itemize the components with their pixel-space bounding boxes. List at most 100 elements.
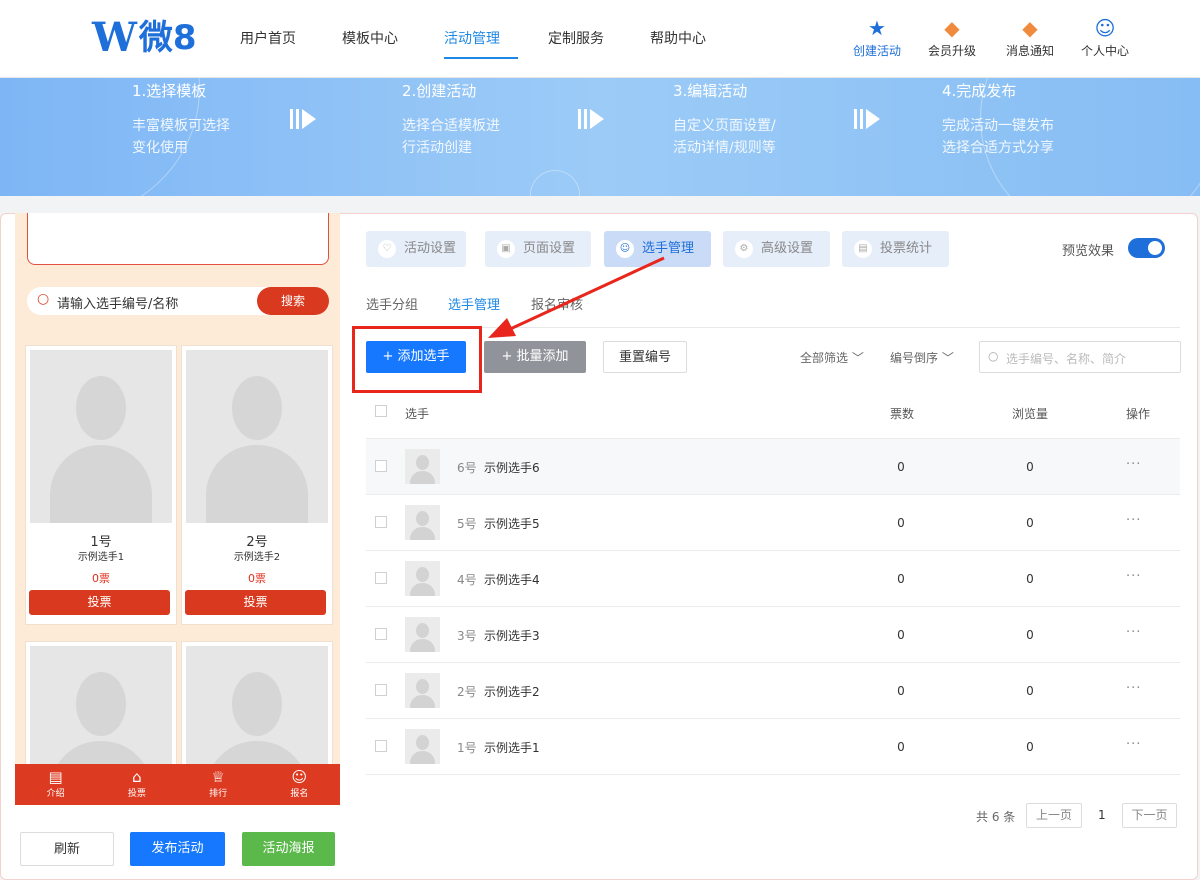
tab-label: 排行 [209,789,228,799]
chart-icon: ▤ [854,239,872,258]
player-name: 示例选手1 [484,741,540,755]
current-page[interactable]: 1 [1098,808,1106,822]
table-row[interactable]: 2号 示例选手2 0 0 ··· [366,663,1180,719]
step-4: 4.完成发布 完成活动一键发布 选择合适方式分享 [942,80,1054,159]
vote-button[interactable]: 投票 [185,590,326,615]
nav-templates[interactable]: 模板中心 [342,28,398,48]
row-checkbox[interactable] [375,572,387,584]
row-checkbox[interactable] [375,740,387,752]
step-title: 2.创建活动 [402,82,477,100]
tab-label: 页面设置 [523,241,576,256]
step-title: 3.编辑活动 [673,82,748,100]
more-actions-button[interactable]: ··· [1126,513,1141,528]
preview-tab-bar: ▤ 介绍 ⌂ 投票 ♕ 排行 ☺ 报名 [15,764,340,805]
tab-intro[interactable]: ▤ 介绍 [15,764,96,805]
step-arrow-icon [854,109,880,129]
player-votes: 0票 [248,572,266,585]
member-upgrade-button[interactable]: ◆ 会员升级 [917,16,987,59]
preview-top-box [27,213,329,265]
nav-home[interactable]: 用户首页 [240,28,296,48]
more-actions-button[interactable]: ··· [1126,737,1141,752]
more-actions-button[interactable]: ··· [1126,625,1141,640]
vote-button[interactable]: 投票 [29,590,170,615]
player-name: 示例选手2 [233,552,281,563]
tab-ranking[interactable]: ♕ 排行 [178,764,259,805]
step-arrow-icon [290,109,316,129]
create-activity-button[interactable]: ★ 创建活动 [842,16,912,59]
refresh-button[interactable]: 刷新 [20,832,114,866]
preview-search-input[interactable]: 请输入选手编号/名称 [57,293,178,312]
tab-signup[interactable]: ☺ 报名 [259,764,340,805]
nav-activity-manage[interactable]: 活动管理 [444,28,500,48]
batch-add-button[interactable]: + 批量添加 [484,341,586,373]
search-icon: ○ [37,291,50,307]
nav-help[interactable]: 帮助中心 [650,28,706,48]
table-row[interactable]: 6号 示例选手6 0 0 ··· [366,439,1180,495]
tab-vote-statistics[interactable]: ▤ 投票统计 [842,231,949,267]
preview-toggle[interactable] [1128,238,1165,258]
player-search-field[interactable]: ○ 选手编号、名称、简介 [979,341,1181,373]
chevron-down-icon: ﹀ [851,351,864,365]
sort-dropdown[interactable]: 编号倒序 ﹀ [890,349,954,366]
user-icon: ☺ [616,239,634,258]
tab-label: 高级设置 [761,241,814,256]
subtab-player-groups[interactable]: 选手分组 [366,294,418,313]
search-icon: ○ [988,349,999,363]
row-checkbox[interactable] [375,516,387,528]
table-row[interactable]: 4号 示例选手4 0 0 ··· [366,551,1180,607]
table-row[interactable]: 3号 示例选手3 0 0 ··· [366,607,1180,663]
row-checkbox[interactable] [375,684,387,696]
nav-custom-service[interactable]: 定制服务 [548,28,604,48]
select-all-checkbox[interactable] [375,405,387,417]
home-icon: ⌂ [132,768,142,786]
row-checkbox[interactable] [375,628,387,640]
tab-player-management[interactable]: ☺ 选手管理 [604,231,711,267]
activity-poster-button[interactable]: 活动海报 [242,832,335,866]
star-icon: ★ [868,16,886,40]
player-photo-placeholder [30,350,172,523]
table-row[interactable]: 5号 示例选手5 0 0 ··· [366,495,1180,551]
tab-activity-settings[interactable]: ♡ 活动设置 [366,231,466,267]
tab-label: 选手管理 [642,241,695,256]
filter-all-dropdown[interactable]: 全部筛选 ﹀ [800,349,864,366]
logo-text: 微8 [138,18,197,58]
player-name: 示例选手1 [77,552,125,563]
subtab-signup-review[interactable]: 报名审核 [531,294,583,313]
sort-label: 编号倒序 [890,351,939,365]
player-number: 1号 [457,741,477,755]
vote-count: 0 [897,740,905,754]
diamond-badge-icon: ◆ [944,16,960,40]
more-actions-button[interactable]: ··· [1126,569,1141,584]
prev-page-button[interactable]: 上一页 [1026,803,1082,828]
tab-label: 投票 [127,789,146,799]
logo-w-mark: W [92,14,137,61]
reset-numbers-button[interactable]: 重置编号 [603,341,687,373]
message-notify-button[interactable]: ◆ 消息通知 [995,16,1065,59]
next-page-button[interactable]: 下一页 [1122,803,1177,828]
tab-label: 投票统计 [880,241,933,256]
logo[interactable]: W 微8 [92,16,197,60]
publish-activity-button[interactable]: 发布活动 [130,832,225,866]
view-count: 0 [1026,460,1034,474]
view-count: 0 [1026,572,1034,586]
step-desc: 选择合适方式分享 [942,140,1054,156]
more-actions-button[interactable]: ··· [1126,681,1141,696]
tab-advanced-settings[interactable]: ⚙ 高级设置 [723,231,830,267]
tab-page-settings[interactable]: ▣ 页面设置 [485,231,591,267]
tab-vote[interactable]: ⌂ 投票 [96,764,177,805]
player-number: 2号 [457,685,477,699]
subtab-player-management[interactable]: 选手管理 [448,294,500,313]
player-name: 示例选手6 [484,461,540,475]
step-desc: 选择合适模板进 [402,118,500,134]
player-number: 6号 [457,461,477,475]
player-card: 2号 示例选手2 0票 投票 [181,345,333,625]
preview-search-button[interactable]: 搜索 [257,287,329,315]
step-desc: 活动详情/规则等 [673,140,776,156]
step-title: 4.完成发布 [942,82,1017,100]
heart-icon: ♡ [378,239,396,258]
personal-center-button[interactable]: ☺ 个人中心 [1070,16,1140,59]
more-actions-button[interactable]: ··· [1126,457,1141,472]
personal-center-label: 个人中心 [1080,44,1129,58]
row-checkbox[interactable] [375,460,387,472]
table-row[interactable]: 1号 示例选手1 0 0 ··· [366,719,1180,775]
